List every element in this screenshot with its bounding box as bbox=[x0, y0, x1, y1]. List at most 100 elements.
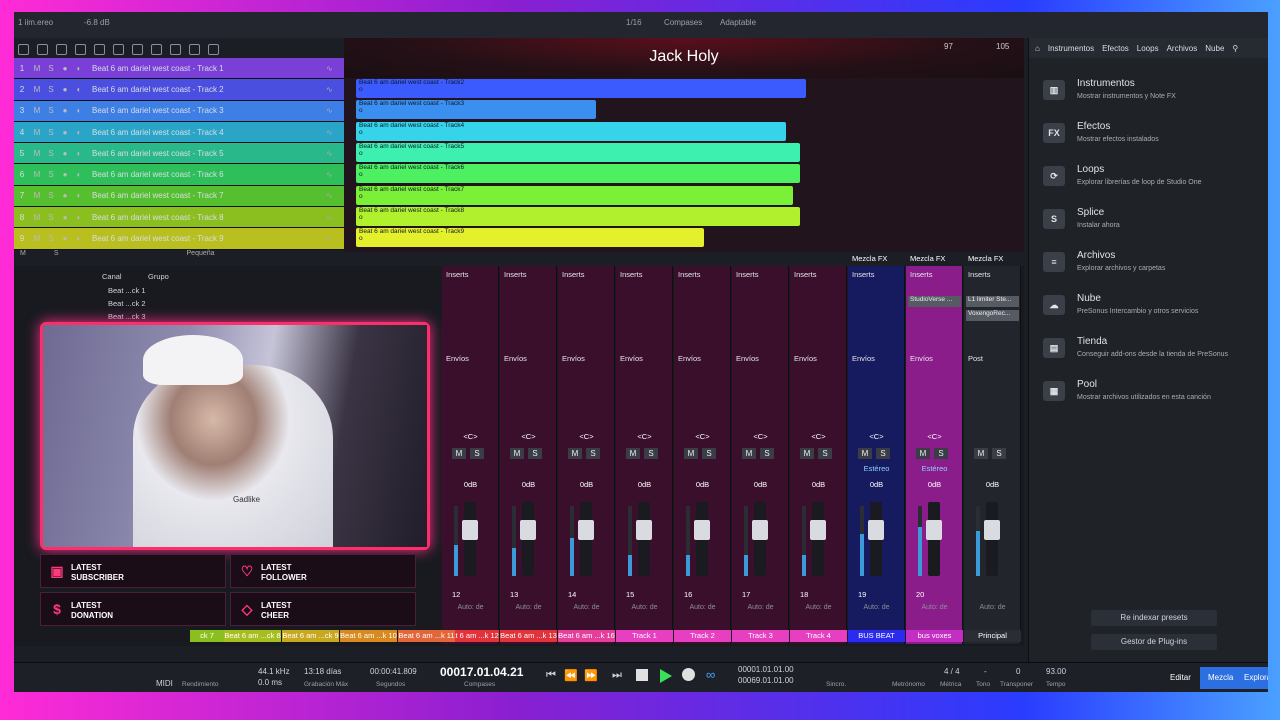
audio-clip[interactable]: Beat 6 am dariel west coast - Track8 o bbox=[356, 206, 800, 226]
record-arm-icon[interactable]: ● bbox=[58, 234, 72, 243]
monitor-icon[interactable]: ◐ bbox=[72, 149, 86, 158]
mute-button[interactable]: M bbox=[30, 85, 44, 94]
solo-button[interactable]: S bbox=[44, 128, 58, 137]
automation-mode[interactable]: Auto: de bbox=[558, 604, 615, 611]
volume-fader[interactable] bbox=[520, 502, 536, 576]
track-name[interactable]: Beat 6 am dariel west coast - Track 2 bbox=[86, 85, 326, 94]
automation-mode[interactable]: Auto: de bbox=[500, 604, 557, 611]
channel-solo-button[interactable]: S bbox=[528, 448, 542, 459]
inserts-button[interactable]: Inserts bbox=[736, 270, 759, 279]
eraser-icon[interactable] bbox=[151, 43, 162, 55]
mix-fx-label[interactable]: Mezcla FX bbox=[852, 254, 887, 263]
monitor-icon[interactable]: ◐ bbox=[72, 170, 86, 179]
browser-item[interactable]: ▥ Instrumentos Mostrar instrumentos y Note… bbox=[1039, 78, 1259, 108]
end-icon[interactable]: ⏭ bbox=[612, 669, 622, 682]
channel-name[interactable]: Beat 6 am ...k 13 bbox=[500, 630, 557, 642]
time-signature[interactable]: 4 / 4 bbox=[944, 667, 960, 676]
pan-knob[interactable]: <C> bbox=[732, 432, 789, 441]
inserts-button[interactable]: Inserts bbox=[968, 270, 991, 279]
position-format[interactable]: Compases bbox=[464, 681, 495, 688]
sends-button[interactable]: Envíos bbox=[562, 354, 585, 363]
channel-mute-button[interactable]: M bbox=[684, 448, 698, 459]
channel-solo-button[interactable]: S bbox=[470, 448, 484, 459]
audio-clip[interactable]: Beat 6 am dariel west coast - Track4 o bbox=[356, 121, 786, 141]
automation-icon[interactable] bbox=[75, 43, 86, 55]
track-header[interactable]: 4 M S ● ◐ Beat 6 am dariel west coast - Track… bbox=[14, 121, 344, 144]
sends-button[interactable]: Envíos bbox=[852, 354, 875, 363]
insert-slot[interactable]: VoxengoRec... bbox=[966, 310, 1019, 321]
channel-list-item[interactable]: Beat ...ck 2 bbox=[108, 299, 146, 308]
sends-button[interactable]: Post bbox=[968, 354, 983, 363]
listen-icon[interactable] bbox=[208, 43, 219, 55]
transpose-value[interactable]: 0 bbox=[1016, 667, 1020, 676]
wrench-icon[interactable] bbox=[56, 43, 67, 55]
mute-button[interactable]: M bbox=[30, 191, 44, 200]
key-value[interactable]: - bbox=[984, 667, 987, 676]
automation-mode[interactable]: Auto: de bbox=[906, 604, 963, 611]
browser-tab[interactable]: Instrumentos bbox=[1048, 44, 1094, 53]
channel-name[interactable]: BUS BEAT bbox=[848, 630, 905, 642]
sends-button[interactable]: Envíos bbox=[504, 354, 527, 363]
fader-cap[interactable] bbox=[578, 520, 594, 540]
plugin-manager-button[interactable]: Gestor de Plug-ins bbox=[1091, 634, 1217, 650]
timebase-select[interactable]: Compases bbox=[664, 18, 702, 27]
pan-knob[interactable]: <C> bbox=[674, 432, 731, 441]
inserts-button[interactable]: Inserts bbox=[562, 270, 585, 279]
volume-fader[interactable] bbox=[810, 502, 826, 576]
track-name[interactable]: Beat 6 am dariel west coast - Track 1 bbox=[86, 64, 326, 73]
channel-solo-button[interactable]: S bbox=[876, 448, 890, 459]
volume-fader[interactable] bbox=[578, 502, 594, 576]
fader-cap[interactable] bbox=[810, 520, 826, 540]
sends-button[interactable]: Envíos bbox=[678, 354, 701, 363]
audio-clip[interactable]: Beat 6 am dariel west coast - Track3 o bbox=[356, 100, 596, 120]
automation-mode[interactable]: Auto: de bbox=[732, 604, 789, 611]
forward-icon[interactable]: ⏩ bbox=[584, 669, 598, 682]
pan-knob[interactable]: <C> bbox=[558, 432, 615, 441]
browser-item[interactable]: ⟳ Loops Explorar librerías de loop de Stud… bbox=[1039, 164, 1259, 194]
fader-cap[interactable] bbox=[752, 520, 768, 540]
solo-button[interactable]: S bbox=[44, 106, 58, 115]
automation-mode[interactable]: Auto: de bbox=[964, 604, 1021, 611]
browse-view-button[interactable]: Explora bbox=[1236, 667, 1268, 689]
mute-button[interactable]: M bbox=[30, 106, 44, 115]
inserts-button[interactable]: Inserts bbox=[620, 270, 643, 279]
track-header[interactable]: 9 M S ● ◐ Beat 6 am dariel west coast - Track… bbox=[14, 228, 344, 250]
track-header[interactable]: 5 M S ● ◐ Beat 6 am dariel west coast - Track… bbox=[14, 143, 344, 165]
record-arm-icon[interactable]: ● bbox=[58, 149, 72, 158]
channel-name[interactable]: ck 7 bbox=[190, 630, 224, 642]
solo-button[interactable]: S bbox=[44, 213, 58, 222]
solo-button[interactable]: S bbox=[44, 85, 58, 94]
browser-tab[interactable]: Nube bbox=[1205, 44, 1224, 53]
seconds-format[interactable]: Segundos bbox=[376, 681, 405, 688]
mute-button[interactable]: M bbox=[30, 170, 44, 179]
audio-clip[interactable]: Beat 6 am dariel west coast - Track6 o bbox=[356, 164, 800, 184]
channel-name[interactable]: Principal bbox=[964, 630, 1021, 642]
quantize-select[interactable]: Adaptable bbox=[720, 18, 756, 27]
stop-icon[interactable] bbox=[636, 669, 648, 681]
solo-button[interactable]: S bbox=[44, 170, 58, 179]
fader-cap[interactable] bbox=[984, 520, 1000, 540]
pan-knob[interactable]: <C> bbox=[906, 432, 963, 441]
insert-slot[interactable]: L1 limiter Ste... bbox=[966, 296, 1019, 307]
snap-value[interactable]: 1/16 bbox=[626, 18, 642, 27]
track-header[interactable]: 3 M S ● ◐ Beat 6 am dariel west coast - Track… bbox=[14, 100, 344, 122]
automation-mode[interactable]: Auto: de bbox=[790, 604, 847, 611]
channel-mute-button[interactable]: M bbox=[858, 448, 872, 459]
pan-knob[interactable]: <C> bbox=[442, 432, 499, 441]
volume-fader[interactable] bbox=[694, 502, 710, 576]
track-header[interactable]: 2 M S ● ◐ Beat 6 am dariel west coast - Track… bbox=[14, 79, 344, 101]
mute-all-button[interactable]: M bbox=[20, 250, 26, 262]
mute-tool-icon[interactable] bbox=[189, 43, 200, 55]
track-size-select[interactable]: Pequeña bbox=[187, 250, 215, 262]
mute-button[interactable]: M bbox=[30, 234, 44, 243]
channel-solo-button[interactable]: S bbox=[818, 448, 832, 459]
channel-solo-button[interactable]: S bbox=[586, 448, 600, 459]
channel-mute-button[interactable]: M bbox=[510, 448, 524, 459]
browser-item[interactable]: ▦ Pool Mostrar archivos utilizados en esta… bbox=[1039, 379, 1259, 409]
volume-fader[interactable] bbox=[752, 502, 768, 576]
channel-name[interactable]: Beat 6 am ...ck 8 bbox=[224, 630, 281, 642]
track-header[interactable]: 7 M S ● ◐ Beat 6 am dariel west coast - Track… bbox=[14, 185, 344, 208]
record-arm-icon[interactable]: ● bbox=[58, 191, 72, 200]
channel-mute-button[interactable]: M bbox=[568, 448, 582, 459]
channel-name[interactable]: bus voxes bbox=[906, 630, 963, 642]
